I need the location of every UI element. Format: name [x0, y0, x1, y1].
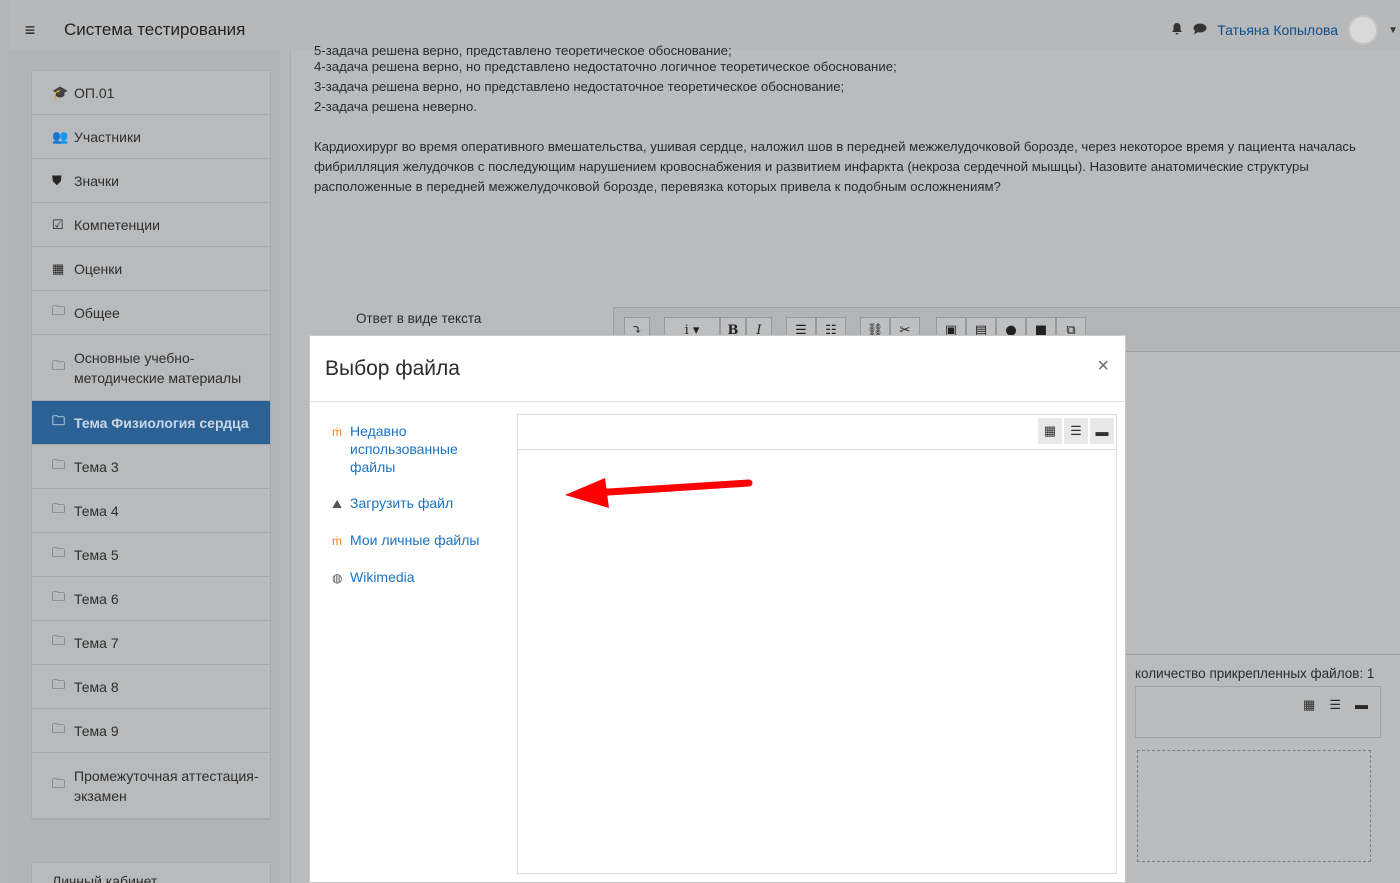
annotation-arrow: [565, 478, 753, 508]
file-picker-toolbar: ▦ ☰ ▬: [1135, 686, 1381, 738]
sidebar-item-label: Тема Физиология сердца: [74, 414, 249, 431]
sidebar-item[interactable]: 🗀 Общее: [32, 291, 270, 335]
sidebar-item[interactable]: 🗀 Тема Физиология сердца: [32, 401, 270, 445]
attached-files-count: количество прикрепленных файлов: 1: [1135, 666, 1375, 681]
sidebar-item-label: Тема 9: [74, 722, 119, 739]
sidebar-item-label: Тема 7: [74, 634, 119, 651]
folder-icon: 🗀: [52, 588, 66, 604]
moodle-icon: ṁ: [332, 534, 342, 548]
folder-icon: 🗀: [52, 632, 66, 648]
hamburger-icon: ≡: [24, 19, 36, 40]
shield-icon: ⛊: [52, 172, 62, 188]
top-navbar: ≡ Система тестирования Татьяна Копылова …: [10, 10, 1400, 50]
sidebar-item[interactable]: ▦ Оценки: [32, 247, 270, 291]
repository-item[interactable]: ṁ Недавно использованные файлы: [332, 422, 502, 476]
folder-icon: 🗀: [52, 775, 66, 791]
repository-label[interactable]: Wikimedia: [350, 568, 415, 586]
close-icon[interactable]: ×: [1097, 356, 1109, 376]
sidebar-item-label: Основные учебно-методические материалы: [74, 349, 242, 386]
sidebar-item[interactable]: 🗀 Тема 3: [32, 445, 270, 489]
folder-view-icon[interactable]: ▬: [1090, 418, 1114, 444]
folder-icon: 🗀: [52, 302, 66, 318]
sidebar-item-label: Общее: [74, 304, 120, 321]
sidebar-item-label: Оценки: [74, 260, 123, 277]
file-manager-toolbar: ▦ ☰ ▬: [518, 415, 1116, 450]
repository-item[interactable]: ◍ Wikimedia: [332, 568, 502, 587]
user-name-link[interactable]: Татьяна Копылова: [1217, 22, 1338, 38]
folder-icon: 🗀: [52, 544, 66, 560]
modal-title: Выбор файла: [325, 357, 460, 380]
sidebar-item[interactable]: ⛊ Значки: [32, 159, 270, 203]
repository-label[interactable]: Недавно использованные файлы: [350, 422, 502, 476]
sidebar-item[interactable]: 🗀 Основные учебно-методические материалы: [32, 335, 270, 401]
messages-icon[interactable]: [1193, 23, 1207, 38]
graduation-cap-icon: 🎓: [52, 84, 69, 100]
sidebar-item-label: Тема 5: [74, 546, 119, 563]
list-view-icon[interactable]: ☰: [1329, 697, 1341, 713]
sidebar-item[interactable]: 🎓 ОП.01: [32, 71, 270, 115]
question-text: 5-задача решена верно, представлено теор…: [314, 45, 1394, 197]
repository-list: ṁ Недавно использованные файлы ⛰ Загрузить …: [332, 422, 502, 605]
criteria-line: 4-задача решена верно, но представлено н…: [314, 59, 897, 74]
folder-view-icon[interactable]: ▬: [1355, 697, 1368, 713]
users-icon: 👥: [52, 128, 69, 144]
sidebar-item-label: Тема 4: [74, 502, 119, 519]
sidebar-item[interactable]: 🗀 Тема 4: [32, 489, 270, 533]
avatar[interactable]: [1348, 15, 1379, 45]
answer-label: Ответ в виде текста: [356, 311, 482, 326]
folder-icon: 🗀: [52, 412, 66, 428]
site-name[interactable]: Система тестирования: [64, 20, 245, 40]
wikimedia-icon: ◍: [332, 571, 343, 585]
sidebar-item-label: Значки: [74, 172, 119, 189]
question-body: Кардиохирург во время оперативного вмеша…: [314, 139, 1356, 194]
sidebar-item[interactable]: 🗀 Тема 9: [32, 709, 270, 753]
file-drop-zone[interactable]: [1137, 750, 1371, 862]
left-edge: [0, 0, 10, 883]
folder-icon: 🗀: [52, 456, 66, 472]
chevron-down-icon[interactable]: ▼: [1388, 25, 1398, 36]
sidebar-item-label: Компетенции: [74, 216, 160, 233]
repository-label[interactable]: Загрузить файл: [350, 494, 453, 512]
course-nav-list: 🎓 ОП.01 👥 Участники ⛊ Значки ☑ Компетенции ▦ Оцен…: [31, 70, 271, 820]
folder-icon: 🗀: [52, 500, 66, 516]
sidebar-item-label: ОП.01: [74, 84, 115, 101]
checkbox-icon: ☑: [52, 216, 64, 232]
sidebar-item[interactable]: 🗀 Тема 5: [32, 533, 270, 577]
folder-icon: 🗀: [52, 357, 66, 373]
sidebar-item[interactable]: 🗀 Тема 6: [32, 577, 270, 621]
sidebar-item[interactable]: 👥 Участники: [32, 115, 270, 159]
criteria-line: 3-задача решена верно, но представлено н…: [314, 79, 845, 94]
sidebar-item-label: Промежуточная аттестация-экзамен: [74, 767, 259, 804]
upload-icon: ⛰: [332, 497, 343, 511]
repository-item[interactable]: ṁ Мои личные файлы: [332, 531, 502, 550]
moodle-icon: ṁ: [332, 425, 342, 439]
sidebar-item-label: Тема 6: [74, 590, 119, 607]
sidebar-item-label: Тема 8: [74, 678, 119, 695]
sidebar-item-label: Участники: [74, 128, 141, 145]
menu-toggle-button[interactable]: ≡: [10, 10, 50, 50]
grid-view-icon[interactable]: ▦: [1303, 697, 1315, 713]
sidebar-item-label: Личный кабинет: [52, 873, 158, 883]
repository-label[interactable]: Мои личные файлы: [350, 531, 479, 549]
criteria-line-cut: 5-задача решена верно, представлено теор…: [314, 45, 732, 57]
sidebar-item[interactable]: 🗀 Тема 8: [32, 665, 270, 709]
grid-view-icon[interactable]: ▦: [1038, 418, 1062, 444]
sidebar-item-profile[interactable]: Личный кабинет: [31, 862, 271, 883]
criteria-line: 2-задача решена неверно.: [314, 99, 478, 114]
sidebar-item-label: Тема 3: [74, 458, 119, 475]
table-icon: ▦: [52, 260, 65, 276]
modal-header: Выбор файла ×: [310, 336, 1125, 402]
user-area: Татьяна Копылова ▼: [1171, 10, 1400, 50]
repository-item[interactable]: ⛰ Загрузить файл: [332, 494, 502, 513]
list-view-icon[interactable]: ☰: [1064, 418, 1088, 444]
folder-icon: 🗀: [52, 720, 66, 736]
nav-drawer: 🎓 ОП.01 👥 Участники ⛊ Значки ☑ Компетенции ▦ Оцен…: [10, 50, 280, 883]
bell-icon[interactable]: [1171, 22, 1183, 38]
sidebar-item[interactable]: ☑ Компетенции: [32, 203, 270, 247]
sidebar-item[interactable]: 🗀 Промежуточная аттестация-экзамен: [32, 753, 270, 819]
sidebar-item[interactable]: 🗀 Тема 7: [32, 621, 270, 665]
file-picker-modal: Выбор файла × ṁ Недавно использованные фа…: [309, 335, 1126, 883]
folder-icon: 🗀: [52, 676, 66, 692]
